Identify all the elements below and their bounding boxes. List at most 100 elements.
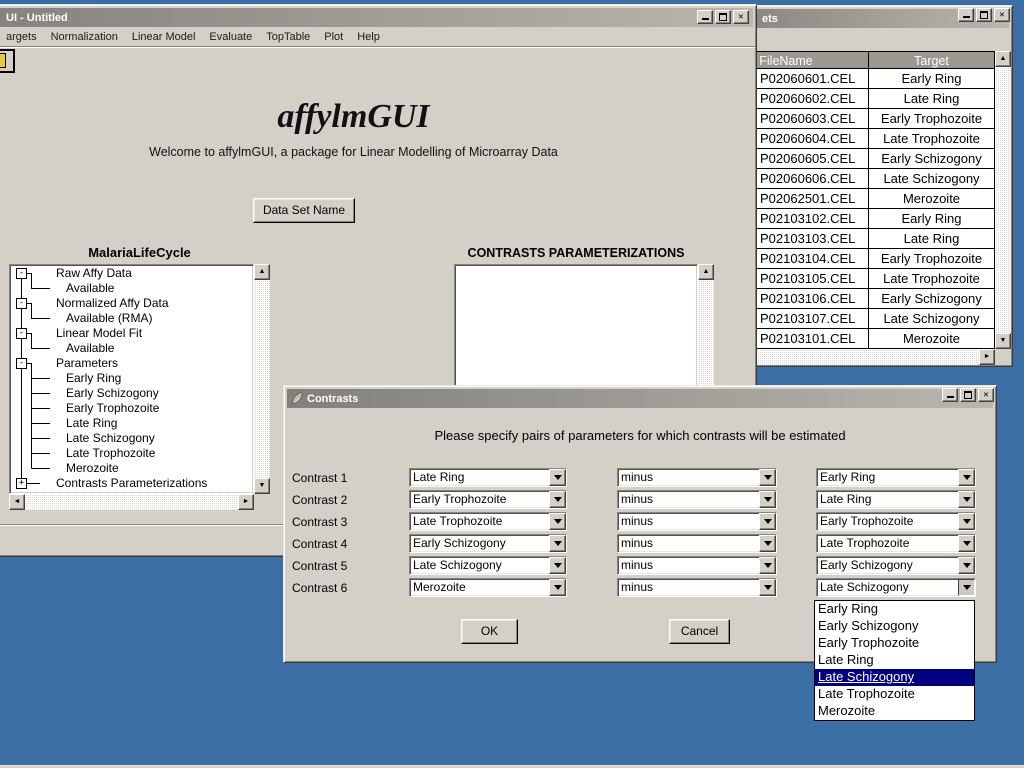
close-icon[interactable]: ✕ <box>733 10 749 24</box>
contrast1-right-combobox[interactable]: Early Ring <box>816 468 976 487</box>
contrast4-op-combobox[interactable]: minus <box>617 534 777 553</box>
tree-item[interactable]: Contrasts Parameterizations <box>56 476 207 490</box>
dialog-instruction: Please specify pairs of parameters for w… <box>284 428 996 443</box>
menu-plot[interactable]: Plot <box>317 29 350 45</box>
expand-plus-icon[interactable]: + <box>16 478 27 489</box>
maximize-icon[interactable] <box>976 8 992 22</box>
contrast3-left-combobox[interactable]: Late Trophozoite <box>409 512 567 531</box>
dropdown-option[interactable]: Late Trophozoite <box>815 686 974 703</box>
cancel-button[interactable]: Cancel <box>669 619 730 644</box>
scroll-down-icon[interactable]: ▼ <box>995 333 1011 349</box>
scroll-down-icon[interactable]: ▼ <box>254 478 270 494</box>
scroll-up-icon[interactable]: ▲ <box>698 264 714 280</box>
menu-normalization[interactable]: Normalization <box>44 29 125 45</box>
welcome-text: Welcome to affylmGUI, a package for Line… <box>0 145 756 159</box>
main-titlebar[interactable]: UI - Untitled <box>0 8 753 27</box>
contrast2-left-combobox[interactable]: Early Trophozoite <box>409 490 567 509</box>
dropdown-arrow-icon <box>759 557 776 574</box>
dropdown-arrow-icon <box>549 513 566 530</box>
scroll-up-icon[interactable]: ▲ <box>995 51 1011 67</box>
minimize-icon[interactable] <box>697 10 713 24</box>
expand-minus-icon[interactable]: - <box>16 298 27 309</box>
contrast1-left-combobox[interactable]: Late Ring <box>409 468 567 487</box>
contrast4-right-combobox[interactable]: Late Trophozoite <box>816 534 976 553</box>
dropdown-option[interactable]: Early Schizogony <box>815 618 974 635</box>
dropdown-option[interactable]: Merozoite <box>815 703 974 720</box>
menu-linear-model[interactable]: Linear Model <box>125 29 203 45</box>
expand-minus-icon[interactable]: - <box>16 358 27 369</box>
dropdown-arrow-icon <box>759 469 776 486</box>
table-cell: Early Trophozoite <box>869 249 995 269</box>
table-cell: Merozoite <box>869 189 995 209</box>
dropdown-arrow-icon <box>759 513 776 530</box>
menu-targets[interactable]: argets <box>0 29 44 45</box>
minimize-icon[interactable] <box>958 8 974 22</box>
table-cell: Late Trophozoite <box>869 129 995 149</box>
dropdown-option-selected[interactable]: Late Schizogony <box>815 669 974 686</box>
dropdown-arrow-icon <box>958 513 975 530</box>
close-icon[interactable]: ✕ <box>978 388 994 402</box>
dropdown-option[interactable]: Late Ring <box>815 652 974 669</box>
dropdown-arrow-icon <box>549 579 566 596</box>
dataset-name-button[interactable]: Data Set Name <box>253 198 355 223</box>
dropdown-option[interactable]: Early Trophozoite <box>815 635 974 652</box>
tree-item[interactable]: Merozoite <box>66 461 119 475</box>
tree-item[interactable]: Early Schizogony <box>66 386 159 400</box>
table-cell: Early Schizogony <box>869 289 995 309</box>
table-cell: Early Ring <box>869 209 995 229</box>
contrast1-op-combobox[interactable]: minus <box>617 468 777 487</box>
minimize-icon[interactable] <box>942 388 958 402</box>
contrast4-left-combobox[interactable]: Early Schizogony <box>409 534 567 553</box>
dropdown-arrow-icon <box>549 469 566 486</box>
contrast3-op-combobox[interactable]: minus <box>617 512 777 531</box>
tree-horizontal-scrollbar[interactable] <box>9 494 254 510</box>
scroll-right-icon[interactable]: ► <box>979 349 995 365</box>
tree-item[interactable]: Parameters <box>56 356 118 370</box>
dialog-titlebar[interactable]: Contrasts <box>287 389 993 408</box>
ok-button[interactable]: OK <box>461 619 518 644</box>
maximize-icon[interactable] <box>715 10 731 24</box>
contrast2-op-combobox[interactable]: minus <box>617 490 777 509</box>
contrast3-right-combobox[interactable]: Early Trophozoite <box>816 512 976 531</box>
tree-item[interactable]: Early Ring <box>66 371 121 385</box>
menu-toptable[interactable]: TopTable <box>259 29 317 45</box>
menu-evaluate[interactable]: Evaluate <box>202 29 259 45</box>
tree-item[interactable]: Normalized Affy Data <box>56 296 169 310</box>
contrast6-op-combobox[interactable]: minus <box>617 578 777 597</box>
scroll-left-icon[interactable]: ◄ <box>9 494 25 510</box>
table-cell: Late Schizogony <box>869 169 995 189</box>
close-icon[interactable]: ✕ <box>994 8 1010 22</box>
contrast2-right-combobox[interactable]: Late Ring <box>816 490 976 509</box>
tree-panel-title: MalariaLifeCycle <box>9 245 270 260</box>
main-window-title: UI - Untitled <box>0 12 68 24</box>
dropdown-option[interactable]: Early Ring <box>815 601 974 618</box>
expand-minus-icon[interactable]: - <box>16 328 27 339</box>
tree-item[interactable]: Late Trophozoite <box>66 446 155 460</box>
tree-item[interactable]: Late Ring <box>66 416 117 430</box>
tree-vertical-scrollbar[interactable] <box>254 264 270 494</box>
tree-item[interactable]: Available <box>66 341 114 355</box>
tree-item[interactable]: Linear Model Fit <box>56 326 142 340</box>
contrast6-right-combobox[interactable]: Late Schizogony <box>816 578 976 597</box>
toolbar-doc-icon[interactable] <box>0 49 15 73</box>
menu-help[interactable]: Help <box>350 29 387 45</box>
contrast6-left-combobox[interactable]: Merozoite <box>409 578 567 597</box>
feather-icon <box>290 392 303 405</box>
contrast5-op-combobox[interactable]: minus <box>617 556 777 575</box>
scroll-right-icon[interactable]: ► <box>238 494 254 510</box>
tree-item[interactable]: Late Schizogony <box>66 431 155 445</box>
scroll-up-icon[interactable]: ▲ <box>254 264 270 280</box>
dropdown-popup-list: Early Ring Early Schizogony Early Tropho… <box>814 600 975 721</box>
maximize-icon[interactable] <box>960 388 976 402</box>
expand-minus-icon[interactable]: - <box>16 268 27 279</box>
dropdown-arrow-icon <box>958 469 975 486</box>
contrast-row-label: Contrast 5 <box>292 559 347 573</box>
tree-item[interactable]: Available <box>66 281 114 295</box>
contrast5-right-combobox[interactable]: Early Schizogony <box>816 556 976 575</box>
dialog-title: Contrasts <box>307 393 358 405</box>
targets-vertical-scrollbar[interactable] <box>995 51 1011 349</box>
contrast5-left-combobox[interactable]: Late Schizogony <box>409 556 567 575</box>
tree-item[interactable]: Available (RMA) <box>66 311 152 325</box>
tree-item[interactable]: Early Trophozoite <box>66 401 159 415</box>
tree-item[interactable]: Raw Affy Data <box>56 266 132 280</box>
